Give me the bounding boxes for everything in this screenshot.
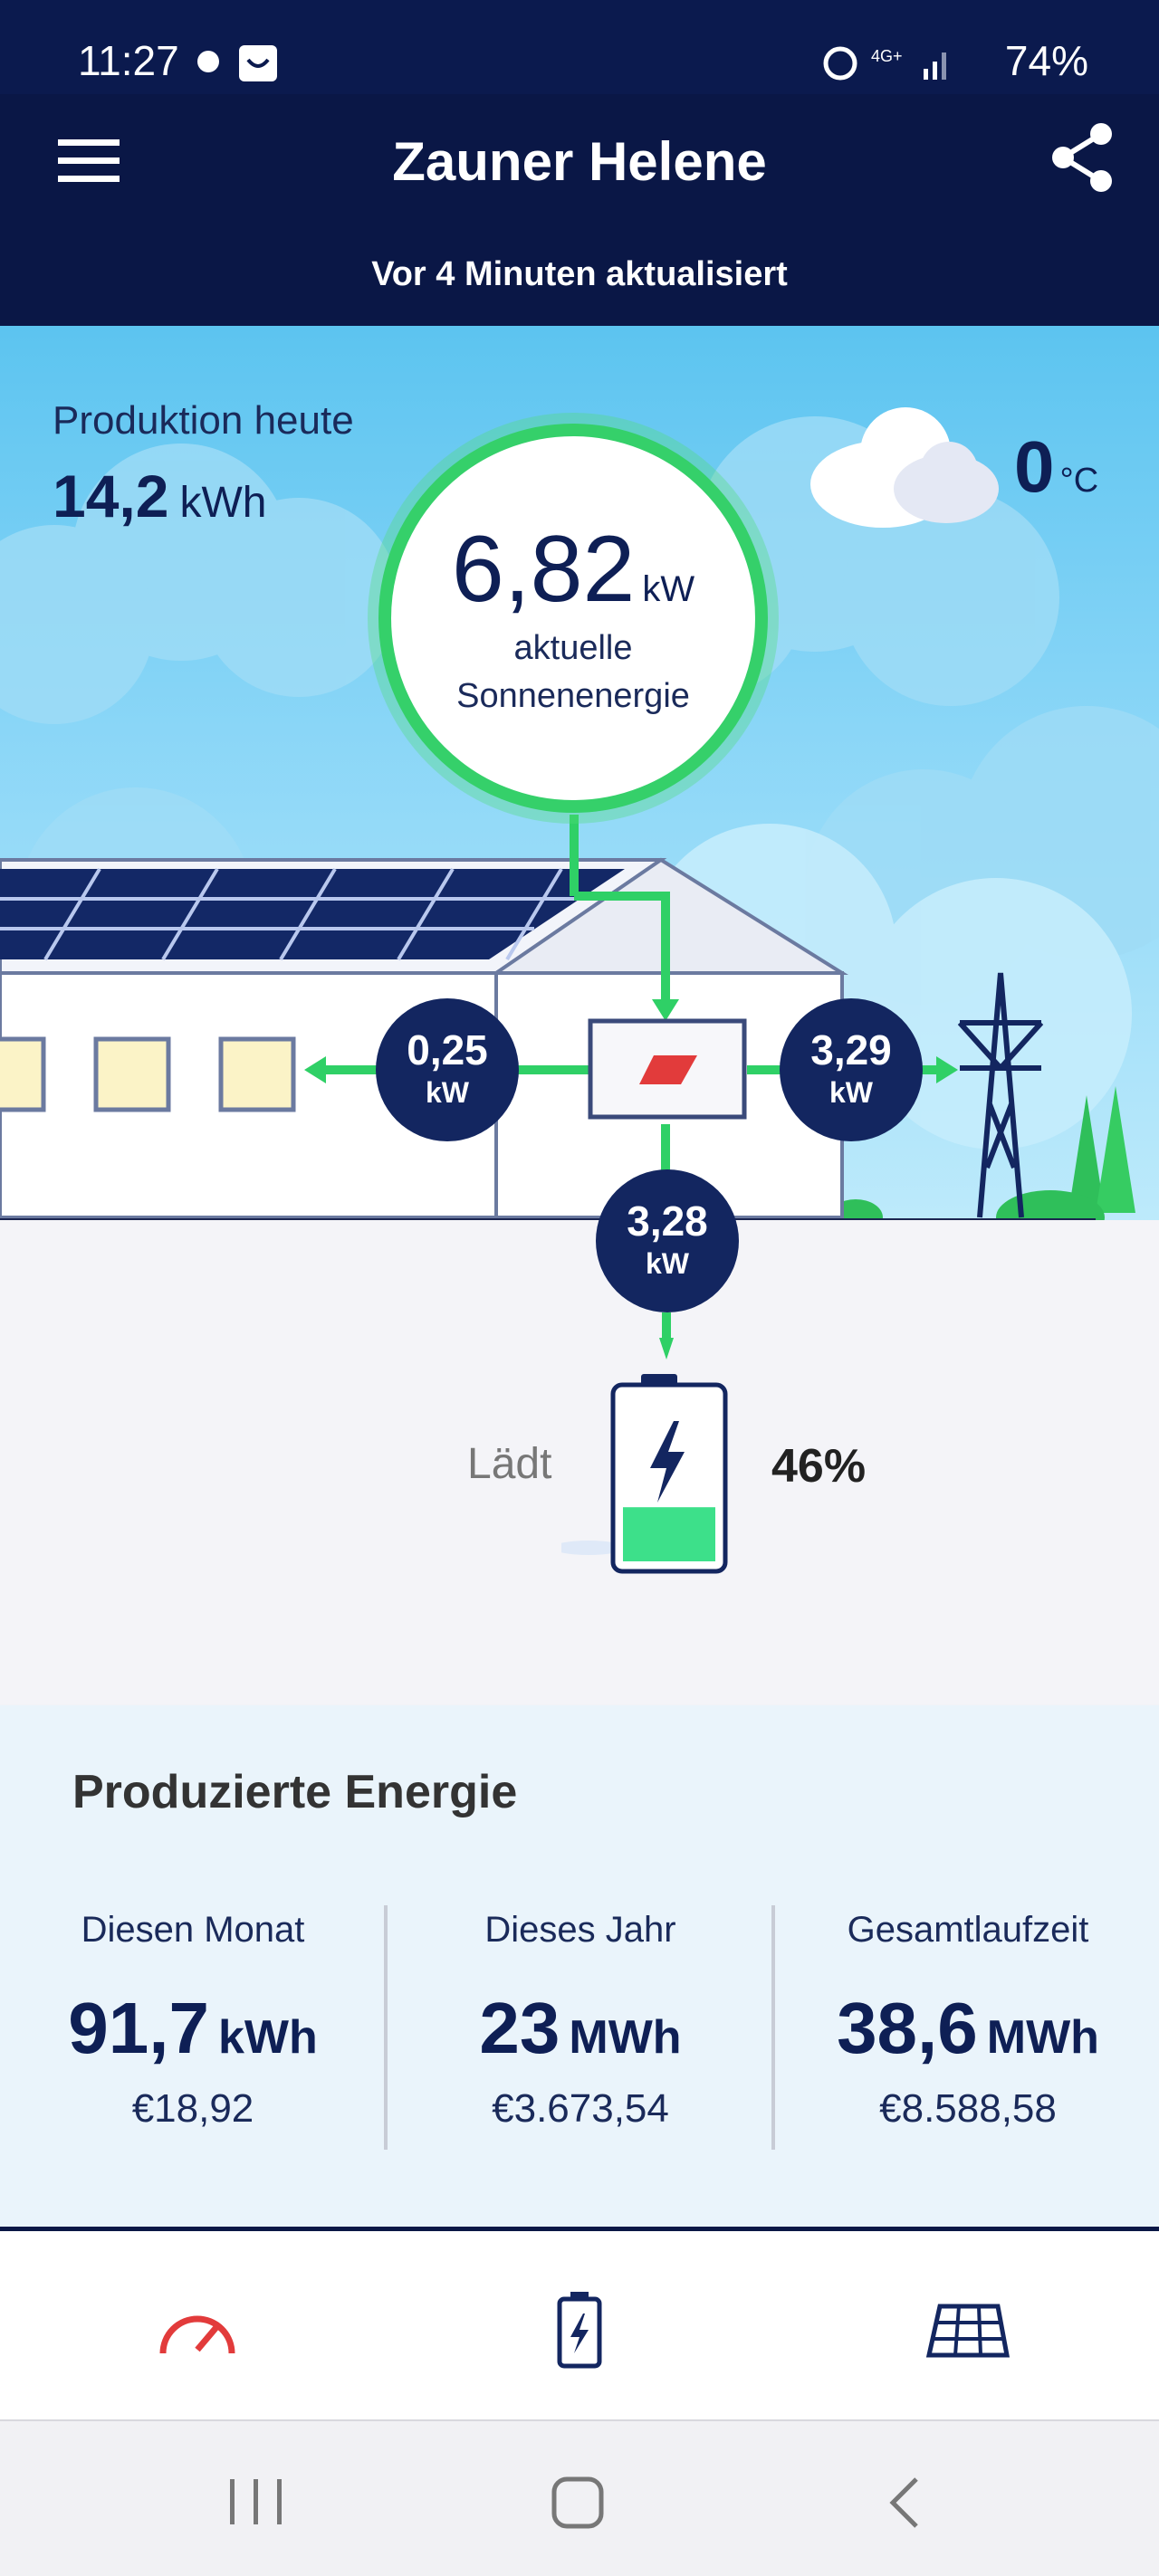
home-button-icon[interactable] (549, 2474, 608, 2533)
battery-percent: 74% (1004, 37, 1088, 84)
production-today-value: 14,2 kWh (53, 463, 267, 530)
recent-apps-icon[interactable] (226, 2476, 290, 2530)
battery-level: 46% (771, 1440, 867, 1493)
stat-month: Diesen Monat 91,7 kWh €18,92 (68, 1910, 318, 2131)
battery-flow-line (659, 1312, 674, 1360)
gauge-icon[interactable] (152, 2290, 243, 2371)
share-icon[interactable] (1049, 121, 1117, 194)
battery-status: Lädt (467, 1440, 552, 1488)
home-consumption-bubble: 0,25 kW (376, 998, 519, 1141)
produced-energy-title: Produzierte Energie (72, 1766, 518, 1818)
system-navigation-bar (0, 2421, 1159, 2576)
solar-label-line1: aktuelle (513, 629, 633, 667)
app-header: Zauner Helene Vor 4 Minuten aktualisiert (0, 94, 1159, 326)
battery-charge-bubble: 3,28 kW (596, 1169, 739, 1312)
clock: 11:27 (78, 37, 179, 84)
status-bar: 11:27 4G+ 74% (0, 0, 1159, 94)
notification-icons (197, 45, 277, 81)
production-today-label: Produktion heute (53, 398, 354, 443)
solar-power-circle[interactable]: 6,82 kW aktuelle Sonnenenergie (378, 424, 768, 813)
home-battery-icon (561, 1374, 728, 1574)
solar-panel-icon[interactable] (920, 2290, 1011, 2371)
solar-power-value: 6,82 kW (451, 517, 695, 622)
back-icon[interactable] (884, 2474, 929, 2533)
last-updated: Vor 4 Minuten aktualisiert (371, 255, 788, 293)
stat-year: Dieses Jahr 23 MWh €3.673,54 (479, 1910, 682, 2131)
page-title: Zauner Helene (392, 131, 767, 192)
grid-feed-bubble: 3,29 kW (780, 998, 923, 1141)
inverter-icon (588, 1018, 747, 1120)
signal-icons: 4G+ (823, 46, 946, 81)
battery-icon[interactable] (534, 2290, 625, 2371)
network-type: 4G+ (871, 47, 903, 65)
temperature: 0 °C (1014, 426, 1099, 507)
stat-lifetime: Gesamtlaufzeit 38,6 MWh €8.588,58 (837, 1910, 1099, 2131)
solar-label-line2: Sonnenenergie (456, 677, 690, 715)
